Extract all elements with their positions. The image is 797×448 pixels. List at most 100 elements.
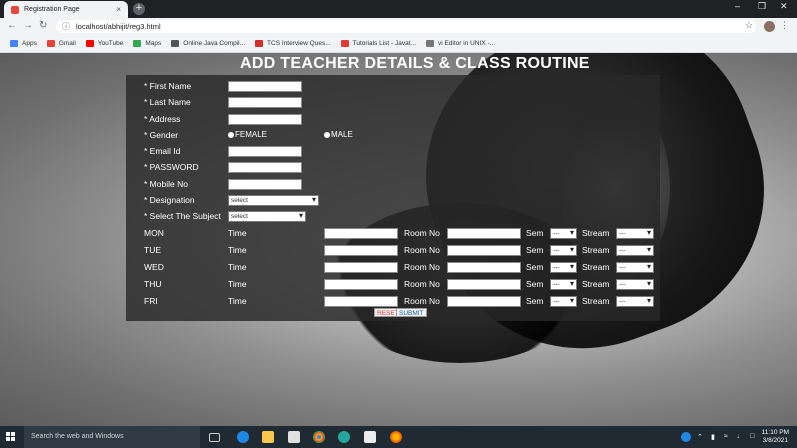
- address-bar[interactable]: ⓘ localhost/abhijit/reg3.html: [56, 20, 756, 33]
- sem-select[interactable]: ---: [550, 296, 577, 307]
- bookmark-favicon-icon: [425, 40, 434, 47]
- password-input[interactable]: [228, 162, 302, 173]
- help-icon[interactable]: [681, 432, 691, 442]
- taskbar-search[interactable]: Search the web and Windows: [24, 426, 200, 448]
- clock-date: 3/8/2021: [762, 437, 788, 444]
- email-input[interactable]: [228, 146, 302, 157]
- volume-icon[interactable]: ♩: [737, 433, 744, 440]
- bookmark-label: Tutorials List - Javat...: [352, 40, 416, 47]
- bookmark-item[interactable]: TCS Interview Ques...: [255, 40, 331, 47]
- last-name-input[interactable]: [228, 97, 302, 108]
- bookmark-label: Gmail: [58, 40, 76, 47]
- new-tab-button[interactable]: +: [133, 3, 145, 15]
- profile-avatar[interactable]: [764, 21, 775, 32]
- firefox-icon[interactable]: [390, 431, 402, 443]
- room-label: Room No: [404, 245, 440, 255]
- designation-label: * Designation: [144, 195, 195, 205]
- address-input[interactable]: [228, 114, 302, 125]
- network-icon[interactable]: ≈: [724, 433, 728, 440]
- forward-icon[interactable]: →: [23, 20, 33, 31]
- camera-icon[interactable]: [364, 431, 376, 443]
- designation-select[interactable]: select: [228, 195, 319, 206]
- stream-select[interactable]: ---: [616, 262, 654, 273]
- gender-female-radio[interactable]: FEMALE: [228, 130, 267, 139]
- page-favicon-icon: [11, 5, 19, 14]
- back-icon[interactable]: ←: [7, 20, 17, 31]
- info-icon[interactable]: ⓘ: [62, 21, 70, 32]
- page-title: ADD TEACHER DETAILS & CLASS ROUTINE: [240, 55, 590, 72]
- bookmark-item[interactable]: Gmail: [46, 40, 76, 47]
- time-input[interactable]: [324, 245, 398, 256]
- file-explorer-icon[interactable]: [262, 431, 274, 443]
- male-label: MALE: [331, 130, 353, 139]
- notification-icon[interactable]: □: [750, 433, 754, 440]
- reload-icon[interactable]: ↻: [39, 20, 47, 31]
- bookmark-item[interactable]: vi Editor in UNIX -...: [425, 40, 495, 47]
- bookmark-favicon-icon: [255, 40, 264, 47]
- time-input[interactable]: [324, 279, 398, 290]
- room-label: Room No: [404, 296, 440, 306]
- first-name-input[interactable]: [228, 81, 302, 92]
- room-input[interactable]: [447, 279, 521, 290]
- bookmark-star-icon[interactable]: ☆: [745, 20, 753, 31]
- time-input[interactable]: [324, 262, 398, 273]
- time-input[interactable]: [324, 228, 398, 239]
- bookmark-item[interactable]: Tutorials List - Javat...: [340, 40, 416, 47]
- mobile-input[interactable]: [228, 179, 302, 190]
- browser-tab[interactable]: Registration Page ×: [4, 1, 128, 18]
- stream-label: Stream: [582, 296, 610, 306]
- routine-day-label: FRI: [144, 296, 158, 306]
- stream-select[interactable]: ---: [616, 228, 654, 239]
- restore-icon[interactable]: ❐: [758, 1, 766, 12]
- bookmark-favicon-icon: [10, 40, 18, 47]
- room-input[interactable]: [447, 228, 521, 239]
- stream-label: Stream: [582, 228, 610, 238]
- password-label: * PASSWORD: [144, 162, 199, 172]
- tab-close-icon[interactable]: ×: [116, 5, 121, 14]
- store-icon[interactable]: [288, 431, 300, 443]
- browser-menu-icon[interactable]: ⋮: [780, 20, 789, 31]
- room-input[interactable]: [447, 262, 521, 273]
- battery-icon[interactable]: ▮: [711, 433, 715, 441]
- room-label: Room No: [404, 279, 440, 289]
- bookmark-favicon-icon: [340, 40, 349, 47]
- stream-select[interactable]: ---: [616, 279, 654, 290]
- page-background: ADD TEACHER DETAILS & CLASS ROUTINE * Fi…: [0, 53, 797, 426]
- registration-form: * First Name * Last Name * Address * Gen…: [126, 75, 660, 321]
- minimize-icon[interactable]: –: [735, 1, 740, 11]
- room-input[interactable]: [447, 296, 521, 307]
- bookmark-favicon-icon: [171, 40, 180, 47]
- time-label: Time: [228, 245, 247, 255]
- sem-select[interactable]: ---: [550, 262, 577, 273]
- tab-strip: Registration Page × + – ❐ ✕: [0, 0, 797, 18]
- window-close-icon[interactable]: ✕: [780, 1, 788, 12]
- sem-select[interactable]: ---: [550, 228, 577, 239]
- start-icon[interactable]: [6, 432, 16, 442]
- bookmark-item[interactable]: YouTube: [85, 40, 123, 47]
- sem-select[interactable]: ---: [550, 279, 577, 290]
- room-input[interactable]: [447, 245, 521, 256]
- sem-select[interactable]: ---: [550, 245, 577, 256]
- stream-label: Stream: [582, 262, 610, 272]
- chrome-icon[interactable]: [313, 431, 325, 443]
- stream-select[interactable]: ---: [616, 296, 654, 307]
- windows-taskbar: Search the web and Windows ⌃ ▮ ≈ ♩ □ 11:…: [0, 426, 797, 448]
- task-view-icon[interactable]: [209, 433, 220, 442]
- stream-select[interactable]: ---: [616, 245, 654, 256]
- bookmark-item[interactable]: Apps: [10, 40, 37, 47]
- edge-icon[interactable]: [237, 431, 249, 443]
- first-name-label: * First Name: [144, 81, 192, 91]
- bookmark-item[interactable]: Online Java Compil...: [171, 40, 245, 47]
- submit-button[interactable]: SUBMIT: [396, 308, 427, 317]
- taskbar-clock[interactable]: 11:10 PM 3/8/2021: [762, 429, 789, 445]
- stream-label: Stream: [582, 245, 610, 255]
- routine-day-label: TUE: [144, 245, 161, 255]
- subject-select[interactable]: select: [228, 211, 306, 222]
- time-input[interactable]: [324, 296, 398, 307]
- subject-label: * Select The Subject: [144, 211, 221, 221]
- routine-day-label: MON: [144, 228, 164, 238]
- tray-chevron-icon[interactable]: ⌃: [697, 433, 703, 441]
- edge-new-icon[interactable]: [338, 431, 350, 443]
- bookmark-item[interactable]: Maps: [133, 40, 161, 47]
- gender-male-radio[interactable]: MALE: [324, 130, 353, 139]
